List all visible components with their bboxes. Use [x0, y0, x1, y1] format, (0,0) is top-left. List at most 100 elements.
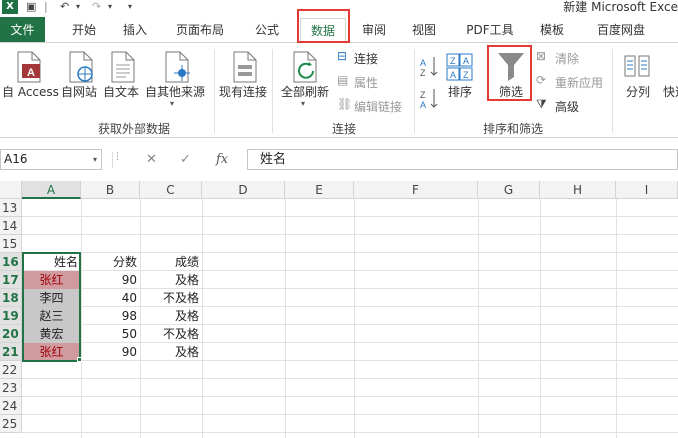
- fill-handle[interactable]: [77, 357, 82, 362]
- filter-button-highlight: [487, 45, 532, 101]
- tab-templates[interactable]: 模板: [530, 17, 574, 43]
- row-header-14[interactable]: 14: [0, 217, 22, 235]
- cancel-icon[interactable]: ✕: [146, 152, 157, 167]
- other-sources-icon[interactable]: [162, 51, 194, 83]
- cell-b16[interactable]: 分数: [81, 253, 140, 271]
- name-box-dropdown-icon[interactable]: ▾: [93, 150, 97, 169]
- formula-content: 姓名: [260, 152, 287, 167]
- redo-icon[interactable]: ↷: [92, 0, 101, 14]
- group-label-connections: 连接: [332, 122, 357, 136]
- svg-text:A: A: [450, 70, 456, 80]
- from-web-button[interactable]: 自网站: [61, 83, 97, 100]
- formula-bar: A16 ▾ ⋮ ✕ ✓ fx 姓名: [0, 148, 678, 172]
- access-icon[interactable]: A: [14, 51, 44, 83]
- existing-connections-button[interactable]: 现有连接: [219, 83, 267, 100]
- tab-baidu-netdisk[interactable]: 百度网盘: [588, 17, 654, 43]
- save-icon[interactable]: ▣: [26, 0, 36, 14]
- refresh-all-button[interactable]: 全部刷新: [281, 83, 329, 100]
- cell-b19[interactable]: 98: [81, 307, 140, 325]
- from-access-button[interactable]: 自 Access: [2, 83, 59, 100]
- connections-button[interactable]: 连接: [354, 50, 378, 67]
- row-header-19[interactable]: 19: [0, 307, 22, 325]
- from-text-button[interactable]: 自文本: [103, 83, 139, 100]
- tab-formulas[interactable]: 公式: [245, 17, 289, 43]
- clear-button[interactable]: 清除: [555, 50, 579, 67]
- row-header-13[interactable]: 13: [0, 199, 22, 217]
- row-header-25[interactable]: 25: [0, 415, 22, 433]
- select-all-corner[interactable]: [0, 181, 22, 199]
- tab-pdf-tools[interactable]: PDF工具: [458, 17, 522, 43]
- svg-text:A: A: [420, 100, 426, 110]
- web-icon[interactable]: [66, 51, 96, 83]
- column-header-d[interactable]: D: [202, 181, 285, 199]
- properties-button[interactable]: 属性: [354, 74, 378, 91]
- cell-b20[interactable]: 50: [81, 325, 140, 343]
- sort-button[interactable]: 排序: [448, 83, 472, 100]
- row-header-23[interactable]: 23: [0, 379, 22, 397]
- row-header-20[interactable]: 20: [0, 325, 22, 343]
- cell-b17[interactable]: 90: [81, 271, 140, 289]
- tab-page-layout[interactable]: 页面布局: [167, 17, 233, 43]
- edit-links-button[interactable]: 编辑链接: [354, 98, 402, 115]
- row-header-18[interactable]: 18: [0, 289, 22, 307]
- enter-icon[interactable]: ✓: [180, 152, 191, 167]
- undo-dropdown-icon[interactable]: ▾: [76, 0, 80, 14]
- existing-connections-icon[interactable]: [230, 51, 260, 83]
- insert-function-icon[interactable]: fx: [216, 152, 228, 167]
- row-header-21[interactable]: 21: [0, 343, 22, 361]
- sort-az-icon[interactable]: A Z Z A: [420, 55, 440, 111]
- reapply-button[interactable]: 重新应用: [555, 74, 603, 91]
- text-file-icon[interactable]: [108, 51, 138, 83]
- text-to-columns-button[interactable]: 分列: [626, 83, 650, 100]
- column-header-b[interactable]: B: [81, 181, 140, 199]
- cell-c19[interactable]: 及格: [140, 307, 202, 325]
- other-sources-dropdown-icon[interactable]: ▾: [170, 99, 174, 108]
- cell-b18[interactable]: 40: [81, 289, 140, 307]
- undo-icon[interactable]: ↶: [60, 0, 69, 14]
- refresh-all-icon[interactable]: [290, 51, 320, 83]
- row-header-22[interactable]: 22: [0, 361, 22, 379]
- column-header-g[interactable]: G: [478, 181, 540, 199]
- cell-c16[interactable]: 成绩: [140, 253, 202, 271]
- column-header-f[interactable]: F: [354, 181, 478, 199]
- row-header-16[interactable]: 16: [0, 253, 22, 271]
- tab-file[interactable]: 文件: [0, 17, 45, 43]
- selection-range-a16-a21: [22, 252, 81, 362]
- from-other-sources-button[interactable]: 自其他来源: [145, 83, 205, 100]
- advanced-button[interactable]: 高级: [555, 98, 579, 115]
- group-separator: [414, 49, 415, 133]
- row-header-15[interactable]: 15: [0, 235, 22, 253]
- row-header-24[interactable]: 24: [0, 397, 22, 415]
- customize-toolbar-icon[interactable]: ▾: [128, 0, 132, 14]
- svg-text:Z: Z: [420, 90, 426, 100]
- text-to-columns-icon[interactable]: [624, 53, 652, 81]
- column-header-h[interactable]: H: [540, 181, 616, 199]
- row-header-17[interactable]: 17: [0, 271, 22, 289]
- cell-c18[interactable]: 不及格: [140, 289, 202, 307]
- formula-input[interactable]: 姓名: [247, 149, 678, 170]
- sort-icon[interactable]: ZA AZ: [446, 53, 474, 83]
- tab-insert[interactable]: 插入: [113, 17, 157, 43]
- column-header-i[interactable]: I: [616, 181, 678, 199]
- connections-icon: ⊟: [337, 49, 348, 63]
- cell-c21[interactable]: 及格: [140, 343, 202, 361]
- cell-c17[interactable]: 及格: [140, 271, 202, 289]
- tab-home[interactable]: 开始: [60, 17, 108, 43]
- divider: |: [44, 0, 48, 13]
- redo-dropdown-icon[interactable]: ▾: [108, 0, 112, 14]
- excel-logo-icon: X: [2, 0, 18, 14]
- column-header-a[interactable]: A: [22, 181, 81, 199]
- column-header-e[interactable]: E: [285, 181, 354, 199]
- cell-b21[interactable]: 90: [81, 343, 140, 361]
- tab-review[interactable]: 审阅: [352, 17, 396, 43]
- name-box[interactable]: A16 ▾: [0, 149, 102, 170]
- flash-fill-button[interactable]: 快速: [663, 83, 678, 100]
- column-header-c[interactable]: C: [140, 181, 202, 199]
- edit-links-icon: ⛓: [337, 97, 353, 111]
- grid-line: [22, 396, 678, 397]
- cell-c20[interactable]: 不及格: [140, 325, 202, 343]
- group-separator: [272, 49, 273, 133]
- more-options-icon: ⋮: [113, 152, 122, 162]
- refresh-dropdown-icon[interactable]: ▾: [301, 99, 305, 108]
- tab-view[interactable]: 视图: [402, 17, 446, 43]
